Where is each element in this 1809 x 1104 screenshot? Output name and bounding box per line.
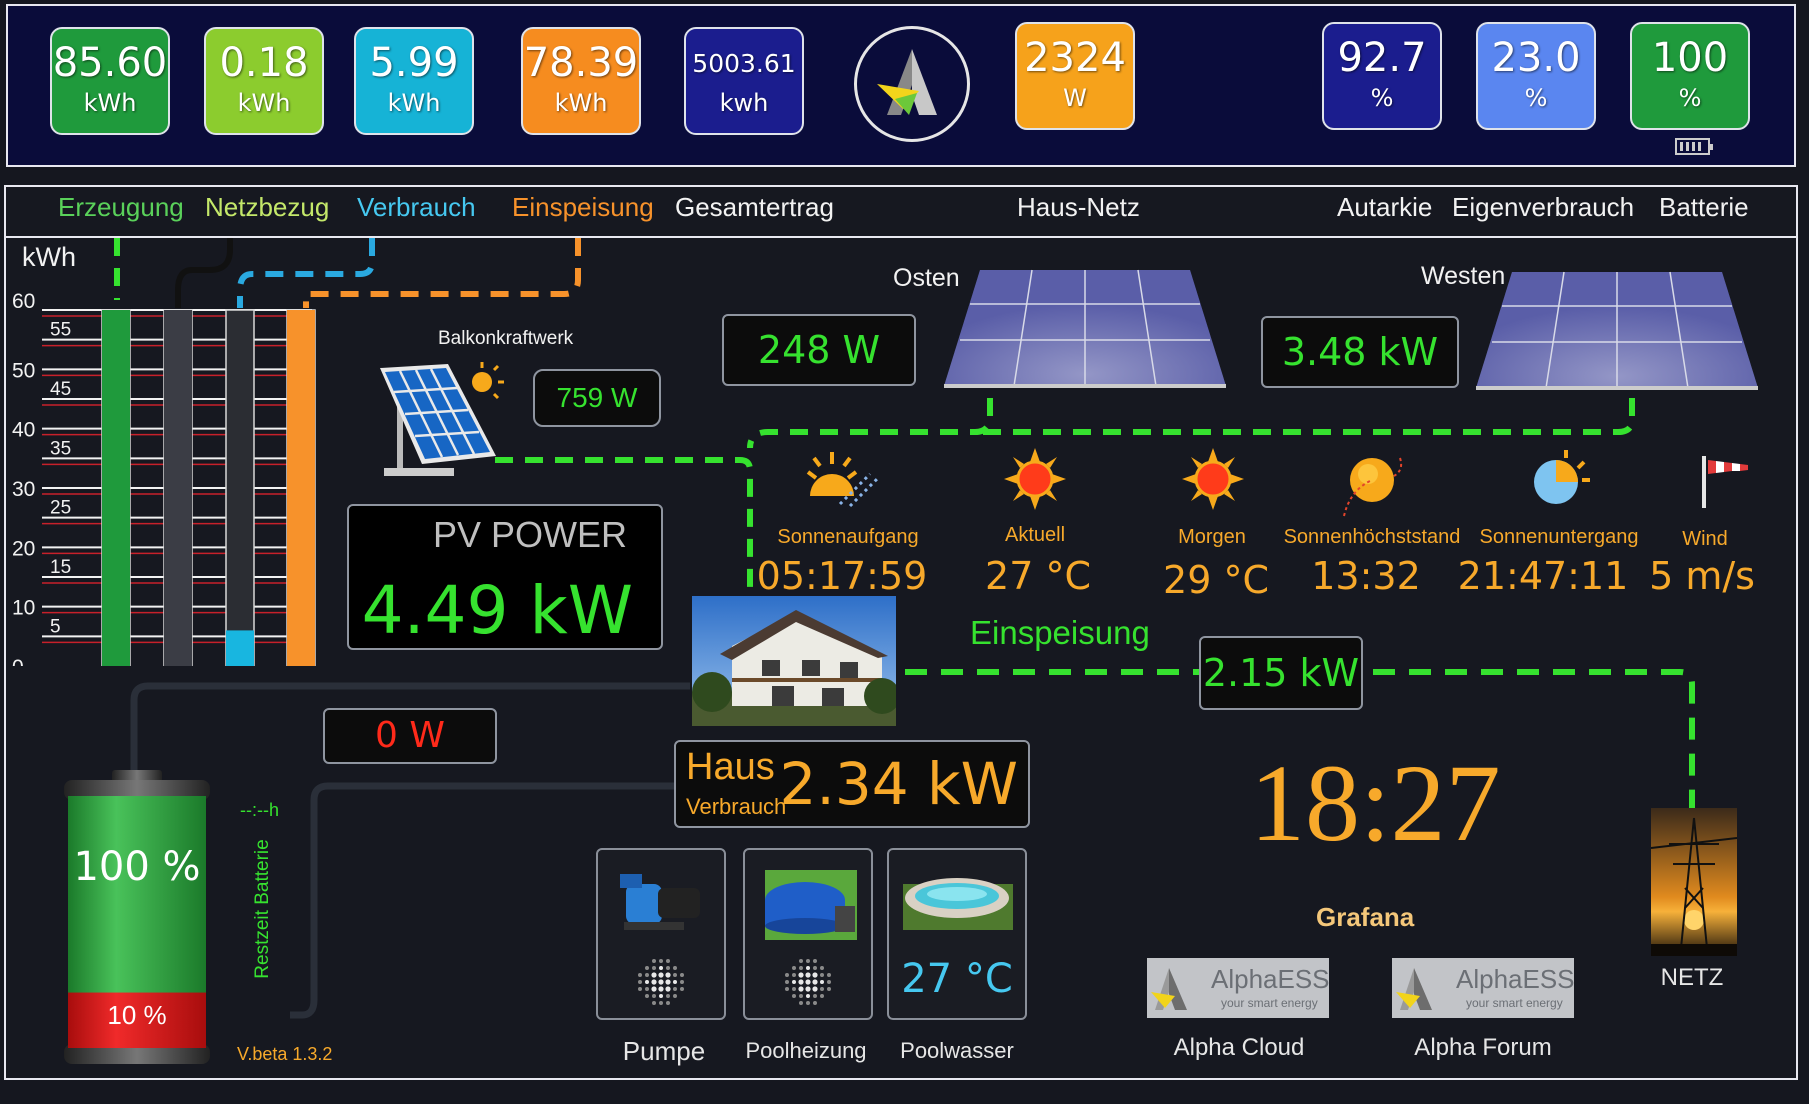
osten-power-box: 248 W (722, 314, 916, 386)
bar-erzeugung (102, 310, 130, 666)
axis-tick-right: 35 (50, 438, 71, 459)
balkon-power-box: 759 W (533, 369, 661, 427)
axis-tick-left: 20 (12, 537, 35, 560)
battery-power-box: 0 W (323, 708, 497, 764)
bar-chart-svg: 60 50 40 30 20 10 0 55 45 35 25 15 5 (12, 290, 316, 666)
weather-value-sonnenhoechststand: 13:32 (1311, 554, 1421, 598)
balkon-solar-icon (370, 356, 510, 497)
alpha-cloud-label[interactable]: Alpha Cloud (1174, 1034, 1305, 1062)
pool-heater-icon (765, 870, 857, 1005)
pump-icon (620, 874, 700, 1005)
axis-tick-right: 45 (50, 379, 71, 400)
balkon-power: 759 W (556, 382, 638, 413)
alpha-forum-tagline: your smart energy (1466, 996, 1563, 1010)
axis-tick-left: 10 (12, 597, 35, 620)
power-tower-icon (1651, 817, 1737, 956)
bar-chart: kWh 605040302010055453525155 (6, 238, 318, 666)
einspeisung-label: Einspeisung (970, 614, 1150, 651)
einspeisung-power-box: 2.15 kW (1199, 636, 1363, 710)
axis-tick-left: 60 (12, 290, 35, 313)
sunrise-icon (800, 446, 880, 515)
haus-title: Haus (686, 746, 775, 788)
grafana-link[interactable]: Grafana (1316, 902, 1414, 933)
haus-subtitle: Verbrauch (686, 794, 787, 819)
pv-power-title: PV POWER (432, 514, 627, 555)
battery-reserve: 10 % (107, 1000, 167, 1030)
osten-panel-icon (942, 268, 1227, 399)
axis-tick-left: 0 (12, 656, 24, 666)
device-poolheizung[interactable] (743, 848, 873, 1020)
battery-rest-label: Restzeit Batterie (252, 839, 273, 979)
bar-einspeisung (287, 310, 315, 666)
poolwasser-temp: 27 °C (901, 956, 1013, 1002)
netz-label: NETZ (1660, 964, 1724, 991)
weather-label-aktuell: Aktuell (1004, 524, 1066, 546)
haus-verbrauch-box: Haus Verbrauch 2.34 kW (674, 740, 1030, 828)
device-label-poolheizung: Poolheizung (745, 1038, 867, 1063)
weather-value-wind: 5 m/s (1649, 554, 1755, 598)
axis-tick-right: 25 (50, 498, 71, 519)
sun-noon-icon (1340, 450, 1406, 525)
weather-value-sonnenaufgang: 05:17:59 (756, 554, 928, 598)
osten-power: 248 W (757, 328, 881, 372)
device-label-poolwasser: Poolwasser (900, 1038, 1014, 1063)
sun-icon-morgen (1182, 448, 1244, 515)
axis-tick-left: 40 (12, 419, 35, 442)
axis-tick-right: 55 (50, 320, 71, 341)
pool-icon (903, 878, 1013, 930)
alpha-cloud-tagline: your smart energy (1221, 996, 1318, 1010)
clock: 18:27 (1250, 742, 1501, 864)
alpha-forum-logo[interactable]: AlphaESS your smart energy (1392, 958, 1575, 1018)
alpha-forum-brand: AlphaESS (1456, 964, 1575, 994)
weather-label-morgen: Morgen (1178, 526, 1246, 548)
weather-label-sonnenaufgang: Sonnenaufgang (777, 526, 919, 548)
axis-tick-right: 5 (50, 616, 61, 637)
weather-value-morgen: 29 °C (1163, 558, 1269, 602)
westen-power: 3.48 kW (1281, 330, 1439, 374)
battery-icon: 100 % 10 % (62, 768, 212, 1066)
bar-netzbezug (164, 310, 192, 666)
axis-tick-left: 50 (12, 359, 35, 382)
netz-image[interactable] (1651, 808, 1737, 956)
weather-value-aktuell: 27 °C (985, 554, 1091, 598)
bar-track (225, 309, 255, 666)
haus-value: 2.34 kW (779, 750, 1018, 818)
house-image[interactable] (692, 596, 896, 726)
battery-percent: 100 % (73, 844, 201, 890)
device-label-pumpe: Pumpe (622, 1036, 706, 1066)
einspeisung-power: 2.15 kW (1202, 651, 1360, 695)
weather-label-wind: Wind (1682, 528, 1728, 550)
version-label: V.beta 1.3.2 (237, 1044, 333, 1064)
alpha-cloud-brand: AlphaESS (1211, 964, 1330, 994)
device-pumpe[interactable] (596, 848, 726, 1020)
balkon-label: Balkonkraftwerk (438, 328, 574, 349)
axis-tick-right: 15 (50, 557, 71, 578)
pv-power-value: 4.49 kW (361, 572, 633, 649)
sunset-icon (1526, 448, 1592, 513)
westen-power-box: 3.48 kW (1261, 316, 1459, 388)
device-poolwasser[interactable]: 27 °C (887, 848, 1027, 1020)
weather-label-sonnenhoechststand: Sonnenhöchststand (1283, 526, 1461, 548)
bar-verbrauch (226, 630, 254, 666)
sun-icon-aktuell (1004, 448, 1066, 515)
battery-power: 0 W (375, 715, 445, 756)
pv-power-box: PV POWER 4.49 kW (347, 504, 663, 650)
windsock-icon (1700, 454, 1752, 515)
axis-tick-left: 30 (12, 478, 35, 501)
weather-value-sonnenuntergang: 21:47:11 (1457, 554, 1629, 598)
westen-panel-icon (1474, 270, 1759, 401)
alpha-forum-label[interactable]: Alpha Forum (1414, 1034, 1551, 1062)
weather-label-sonnenuntergang: Sonnenuntergang (1479, 526, 1639, 548)
alpha-cloud-logo[interactable]: AlphaESS your smart energy (1147, 958, 1330, 1018)
